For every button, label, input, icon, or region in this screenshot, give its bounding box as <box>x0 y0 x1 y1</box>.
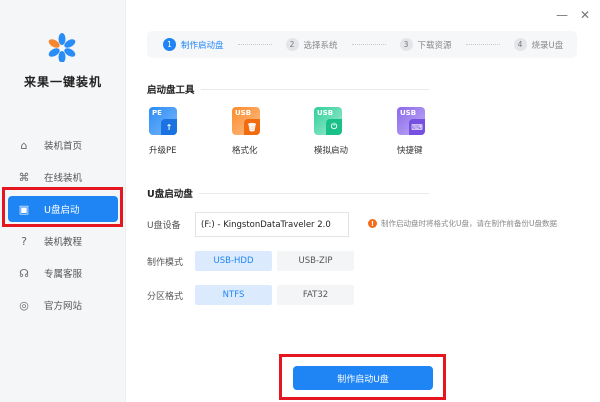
warning-text: 制作启动盘时将格式化U盘，请在制作前备份U盘数据 <box>381 219 557 228</box>
logo-icon <box>48 33 76 62</box>
step-label: 选择系统 <box>303 40 338 51</box>
sidebar-item-label: 装机首页 <box>44 141 83 152</box>
step-number: 1 <box>163 38 176 51</box>
divider <box>198 192 429 194</box>
step-number: 3 <box>399 38 413 51</box>
partition-row: 分区格式 NTFS FAT32 <box>147 285 359 305</box>
step-4: 4 烧录U盘 <box>513 38 564 51</box>
sidebar-item-tutorial[interactable]: ? 装机教程 <box>8 228 118 254</box>
sidebar-item-support[interactable]: ☊ 专属客服 <box>8 260 118 286</box>
step-divider <box>237 44 272 45</box>
step-label: 制作启动盘 <box>181 40 224 51</box>
mode-row: 制作模式 USB-HDD USB-ZIP <box>147 251 359 271</box>
sidebar-item-label: 官方网站 <box>44 301 83 312</box>
section-title: 启动盘工具 <box>147 85 195 96</box>
step-progress: 1 制作启动盘 2 选择系统 3 下载资源 4 烧录U盘 <box>147 31 577 58</box>
format-warning: ! 制作启动盘时将格式化U盘，请在制作前备份U盘数据 <box>368 218 557 229</box>
partition-ntfs-button[interactable]: NTFS <box>195 285 272 305</box>
minimize-button[interactable]: — <box>556 8 568 22</box>
divider <box>200 88 429 90</box>
mode-label: 制作模式 <box>147 257 184 268</box>
tool-format[interactable]: USB 🗑 格式化 <box>232 107 292 156</box>
help-icon: ? <box>21 234 27 248</box>
usb-tile-icon: USB ⌨ <box>397 107 425 135</box>
step-label: 烧录U盘 <box>531 40 564 51</box>
browser-icon: ◎ <box>19 298 29 312</box>
tile-tag: USB <box>400 109 417 117</box>
pe-tile-icon: PE ↑ <box>149 107 177 135</box>
online-icon: ⌘ <box>18 170 30 184</box>
tool-label: 格式化 <box>232 146 258 156</box>
usb-device-select[interactable]: (F:) - KingstonDataTraveler 2.0 <box>195 212 349 237</box>
home-icon: ⌂ <box>20 138 28 152</box>
device-label: U盘设备 <box>147 221 181 231</box>
section-title: U盘启动盘 <box>147 189 193 200</box>
tile-tag: PE <box>152 109 162 117</box>
tool-upgrade-pe[interactable]: PE ↑ 升级PE <box>149 107 209 156</box>
section-usb-title: U盘启动盘 <box>147 186 429 200</box>
sidebar-item-website[interactable]: ◎ 官方网站 <box>8 292 118 318</box>
keyboard-icon: ⌨ <box>409 119 425 135</box>
device-row: U盘设备 (F:) - KingstonDataTraveler 2.0 <box>147 212 349 237</box>
sidebar-item-home[interactable]: ⌂ 装机首页 <box>8 132 118 158</box>
tile-tag: USB <box>317 109 334 117</box>
close-button[interactable]: ✕ <box>580 8 590 22</box>
tool-label: 模拟启动 <box>314 146 349 156</box>
step-label: 下载资源 <box>417 40 452 51</box>
step-1: 1 制作启动盘 <box>163 38 224 51</box>
usb-tile-icon: USB ⏻ <box>314 107 342 135</box>
headset-icon: ☊ <box>19 266 29 280</box>
upload-icon: ↑ <box>161 119 177 135</box>
tool-hotkeys[interactable]: USB ⌨ 快捷键 <box>397 107 457 156</box>
usb-tile-icon: USB 🗑 <box>232 107 260 135</box>
mode-usb-zip-button[interactable]: USB-ZIP <box>277 251 354 271</box>
partition-fat32-button[interactable]: FAT32 <box>277 285 354 305</box>
highlight-box <box>2 187 123 227</box>
step-number: 2 <box>285 38 299 51</box>
partition-label: 分区格式 <box>147 291 184 302</box>
mode-usb-hdd-button[interactable]: USB-HDD <box>195 251 272 271</box>
step-divider <box>465 44 500 45</box>
highlight-box <box>279 354 446 400</box>
sidebar-item-label: 在线装机 <box>44 173 83 184</box>
tile-tag: USB <box>235 109 252 117</box>
power-icon: ⏻ <box>326 119 342 135</box>
section-tools-title: 启动盘工具 <box>147 82 429 96</box>
trash-icon: 🗑 <box>244 119 260 135</box>
warning-icon: ! <box>368 219 377 228</box>
sidebar-item-label: 装机教程 <box>44 237 83 248</box>
brand-name: 来果一键装机 <box>23 75 102 89</box>
step-divider <box>351 44 386 45</box>
tool-simulate-boot[interactable]: USB ⏻ 模拟启动 <box>314 107 374 156</box>
tool-label: 升级PE <box>149 146 177 156</box>
step-3: 3 下载资源 <box>399 38 452 51</box>
sidebar-item-label: 专属客服 <box>44 269 83 280</box>
step-number: 4 <box>513 38 527 51</box>
step-2: 2 选择系统 <box>285 38 338 51</box>
tool-label: 快捷键 <box>397 146 423 156</box>
